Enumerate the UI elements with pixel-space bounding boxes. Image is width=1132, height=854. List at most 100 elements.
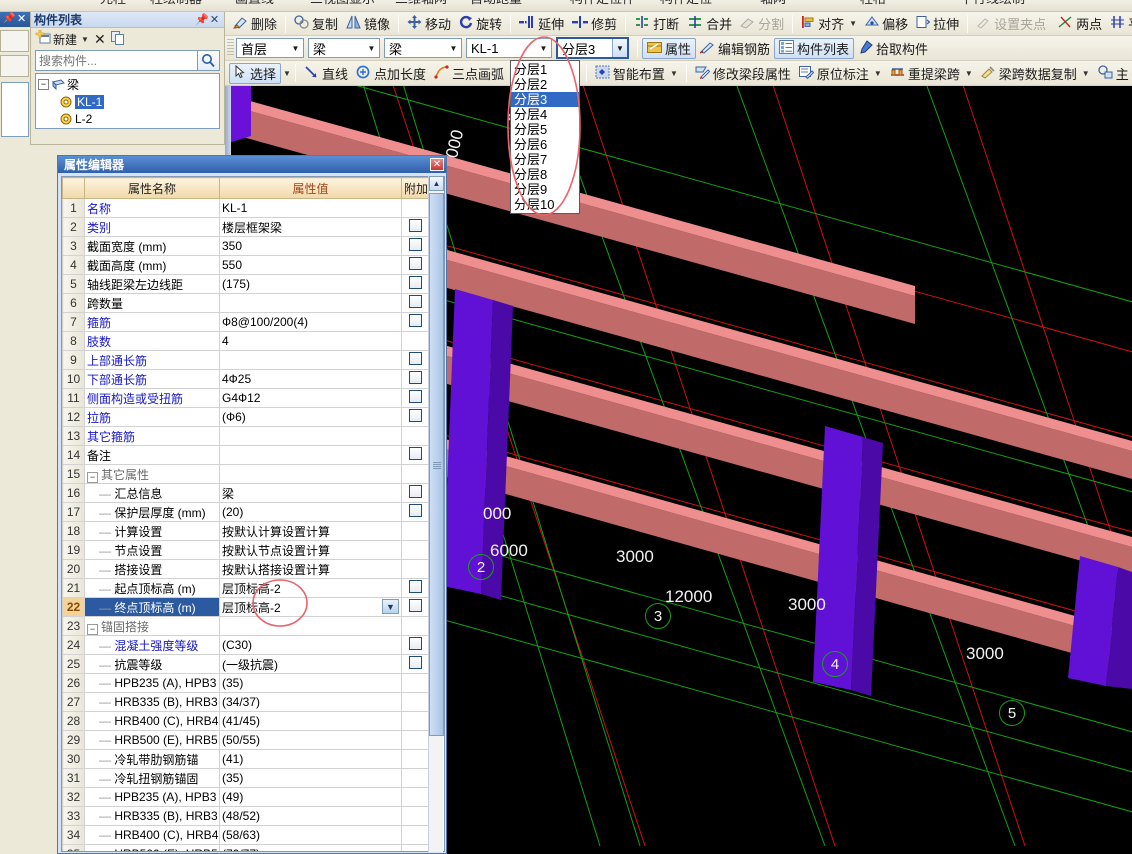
chevron-down-icon[interactable]: ▼ — [536, 39, 551, 57]
layer-option-7[interactable]: 分层7 — [511, 152, 579, 167]
property-row[interactable]: 28— HRB400 (C), HRB4 (41/45) — [62, 711, 430, 731]
floor-combo[interactable]: 首层 ▼ — [236, 38, 304, 58]
mirror-button[interactable]: 镜像 — [342, 13, 394, 34]
tree-node-beam[interactable]: − 梁 — [38, 76, 219, 93]
attach-checkbox[interactable] — [409, 390, 422, 403]
property-value-cell[interactable]: Ф8@100/200(4) — [219, 312, 402, 332]
property-row[interactable]: 35— HRB500 (E), HRB5(70/77) — [62, 844, 430, 851]
attach-cell[interactable] — [401, 578, 430, 598]
property-value-cell[interactable]: 按默认计算设置计算 — [219, 521, 402, 541]
property-value-cell[interactable] — [219, 426, 402, 446]
move-button[interactable]: 移动 — [403, 13, 455, 34]
chevron-down-icon[interactable]: ▼ — [965, 69, 973, 78]
property-row[interactable]: 23− 锚固搭接 — [62, 616, 430, 636]
property-row[interactable]: 7 箍筋 Ф8@100/200(4) — [62, 312, 430, 332]
property-value-cell[interactable]: (Ф6) — [219, 407, 402, 427]
chevron-down-icon[interactable]: ▼ — [849, 19, 857, 28]
parallel-button[interactable]: 平行 — [1106, 13, 1132, 34]
component-combo[interactable]: KL-1 ▼ — [466, 38, 552, 58]
split-button[interactable]: 分割 — [736, 13, 788, 34]
chevron-down-icon[interactable]: ▼ — [446, 39, 461, 57]
align-button[interactable]: 对齐 ▼ — [797, 13, 861, 34]
attach-checkbox[interactable] — [409, 637, 422, 650]
grid-bubble-5[interactable]: 5 — [999, 700, 1025, 726]
left-panel-field-2[interactable] — [0, 55, 29, 77]
smart-layout-button[interactable]: 智能布置 ▼ — [591, 63, 682, 84]
point-length-button[interactable]: 点加长度 — [352, 63, 430, 84]
property-row[interactable]: 34— HRB400 (C), HRB4 (58/63) — [62, 825, 430, 845]
property-value-cell[interactable]: (58/63) — [219, 825, 402, 845]
rotate-button[interactable]: 旋转 — [455, 13, 506, 34]
attach-checkbox[interactable] — [409, 504, 422, 517]
property-row[interactable]: 5 轴线距梁左边线距 (175) — [62, 274, 430, 294]
scroll-up-button[interactable]: ▲ — [429, 176, 444, 191]
group-expander-icon[interactable]: − — [87, 471, 98, 483]
group-expander-icon[interactable]: − — [87, 623, 98, 635]
tree-item-l2[interactable]: L-2 — [38, 110, 219, 127]
delete-component-button[interactable]: ✕ — [94, 31, 106, 48]
property-row[interactable]: 12 拉筋 (Ф6) — [62, 407, 430, 427]
layer-option-1[interactable]: 分层1 — [511, 62, 579, 77]
chevron-down-icon[interactable]: ▼ — [81, 35, 89, 44]
chevron-down-icon[interactable]: ▼ — [364, 39, 379, 57]
edit-rebar-button[interactable]: 编辑钢筋 — [696, 38, 774, 59]
property-value-cell[interactable]: (20) — [219, 502, 402, 522]
edit-beam-segment-button[interactable]: 修改梁段属性 — [691, 63, 795, 84]
layer-option-4[interactable]: 分层4 — [511, 107, 579, 122]
property-row[interactable]: 14 备注 — [62, 445, 430, 465]
property-value-cell[interactable]: 4Ф25 — [219, 369, 402, 389]
break-button[interactable]: 打断 — [630, 13, 683, 34]
layer-option-3[interactable]: 分层3 — [511, 92, 579, 107]
chevron-down-icon[interactable]: ▼ — [612, 39, 627, 57]
close-icon[interactable]: ✕ — [17, 12, 26, 25]
attach-checkbox[interactable] — [409, 238, 422, 251]
property-value-cell[interactable]: 按默认节点设置计算 — [219, 540, 402, 560]
left-panel-list[interactable] — [1, 82, 29, 137]
attach-checkbox[interactable] — [409, 447, 422, 460]
property-row[interactable]: 19— 节点设置 按默认节点设置计算 — [62, 540, 430, 560]
attach-cell[interactable] — [401, 255, 430, 275]
line-button[interactable]: 直线 — [300, 63, 352, 84]
attach-cell[interactable] — [401, 597, 430, 617]
offset-button[interactable]: 偏移 — [861, 13, 912, 34]
property-value-cell[interactable] — [219, 293, 402, 313]
attach-checkbox[interactable] — [409, 656, 422, 669]
property-row[interactable]: 2 类别 楼层框架梁 — [62, 217, 430, 237]
property-value-cell[interactable] — [219, 350, 402, 370]
attach-cell[interactable] — [401, 654, 430, 674]
layer-option-6[interactable]: 分层6 — [511, 137, 579, 152]
tree-item-kl1[interactable]: KL-1 — [38, 93, 219, 110]
property-row[interactable]: 10 下部通长筋 4Ф25 — [62, 369, 430, 389]
property-value-cell[interactable]: (49) — [219, 787, 402, 807]
property-editor-titlebar[interactable]: 属性编辑器 ✕ — [58, 156, 446, 173]
property-row[interactable]: 29— HRB500 (E), HRB5 (50/55) — [62, 730, 430, 750]
main-button[interactable]: 主 — [1094, 63, 1132, 84]
chevron-down-icon[interactable]: ▼ — [382, 598, 399, 614]
attach-checkbox[interactable] — [409, 599, 422, 612]
delete-button[interactable]: 删除 — [229, 13, 281, 34]
property-row[interactable]: 6 跨数量 — [62, 293, 430, 313]
pick-component-button[interactable]: 拾取构件 — [854, 38, 932, 59]
scrollbar-thumb[interactable] — [429, 193, 444, 736]
new-component-button[interactable]: 新建 ▼ — [35, 29, 89, 48]
property-row[interactable]: 20— 搭接设置 按默认搭接设置计算 — [62, 559, 430, 579]
property-row[interactable]: 32— HPB235 (A), HPB3 (49) — [62, 787, 430, 807]
layer-combo[interactable]: 分层3 ▼ — [556, 37, 629, 59]
layer-option-9[interactable]: 分层9 — [511, 182, 579, 197]
layer-dropdown-list[interactable]: 分层1 分层2 分层3 分层4 分层5 分层6 分层7 分层8 分层9 分层10 — [510, 60, 580, 214]
property-row[interactable]: 9 上部通长筋 — [62, 350, 430, 370]
pin-icon[interactable]: 📌 — [195, 13, 209, 26]
property-value-cell[interactable]: (34/37) — [219, 692, 402, 712]
property-value-cell[interactable]: (C30) — [219, 635, 402, 655]
property-row[interactable]: 13 其它箍筋 — [62, 426, 430, 446]
property-row[interactable]: 4 截面高度 (mm) 550 — [62, 255, 430, 275]
chevron-down-icon[interactable]: ▼ — [288, 39, 303, 57]
attach-cell[interactable] — [401, 369, 430, 389]
attach-checkbox[interactable] — [409, 276, 422, 289]
pin-icon[interactable]: 📌 — [3, 13, 15, 24]
trim-button[interactable]: 修剪 — [568, 13, 621, 34]
property-value-cell[interactable]: 按默认搭接设置计算 — [219, 559, 402, 579]
property-value-cell[interactable]: 350 — [219, 236, 402, 256]
two-point-button[interactable]: 两点 — [1054, 13, 1106, 34]
attach-checkbox[interactable] — [409, 485, 422, 498]
